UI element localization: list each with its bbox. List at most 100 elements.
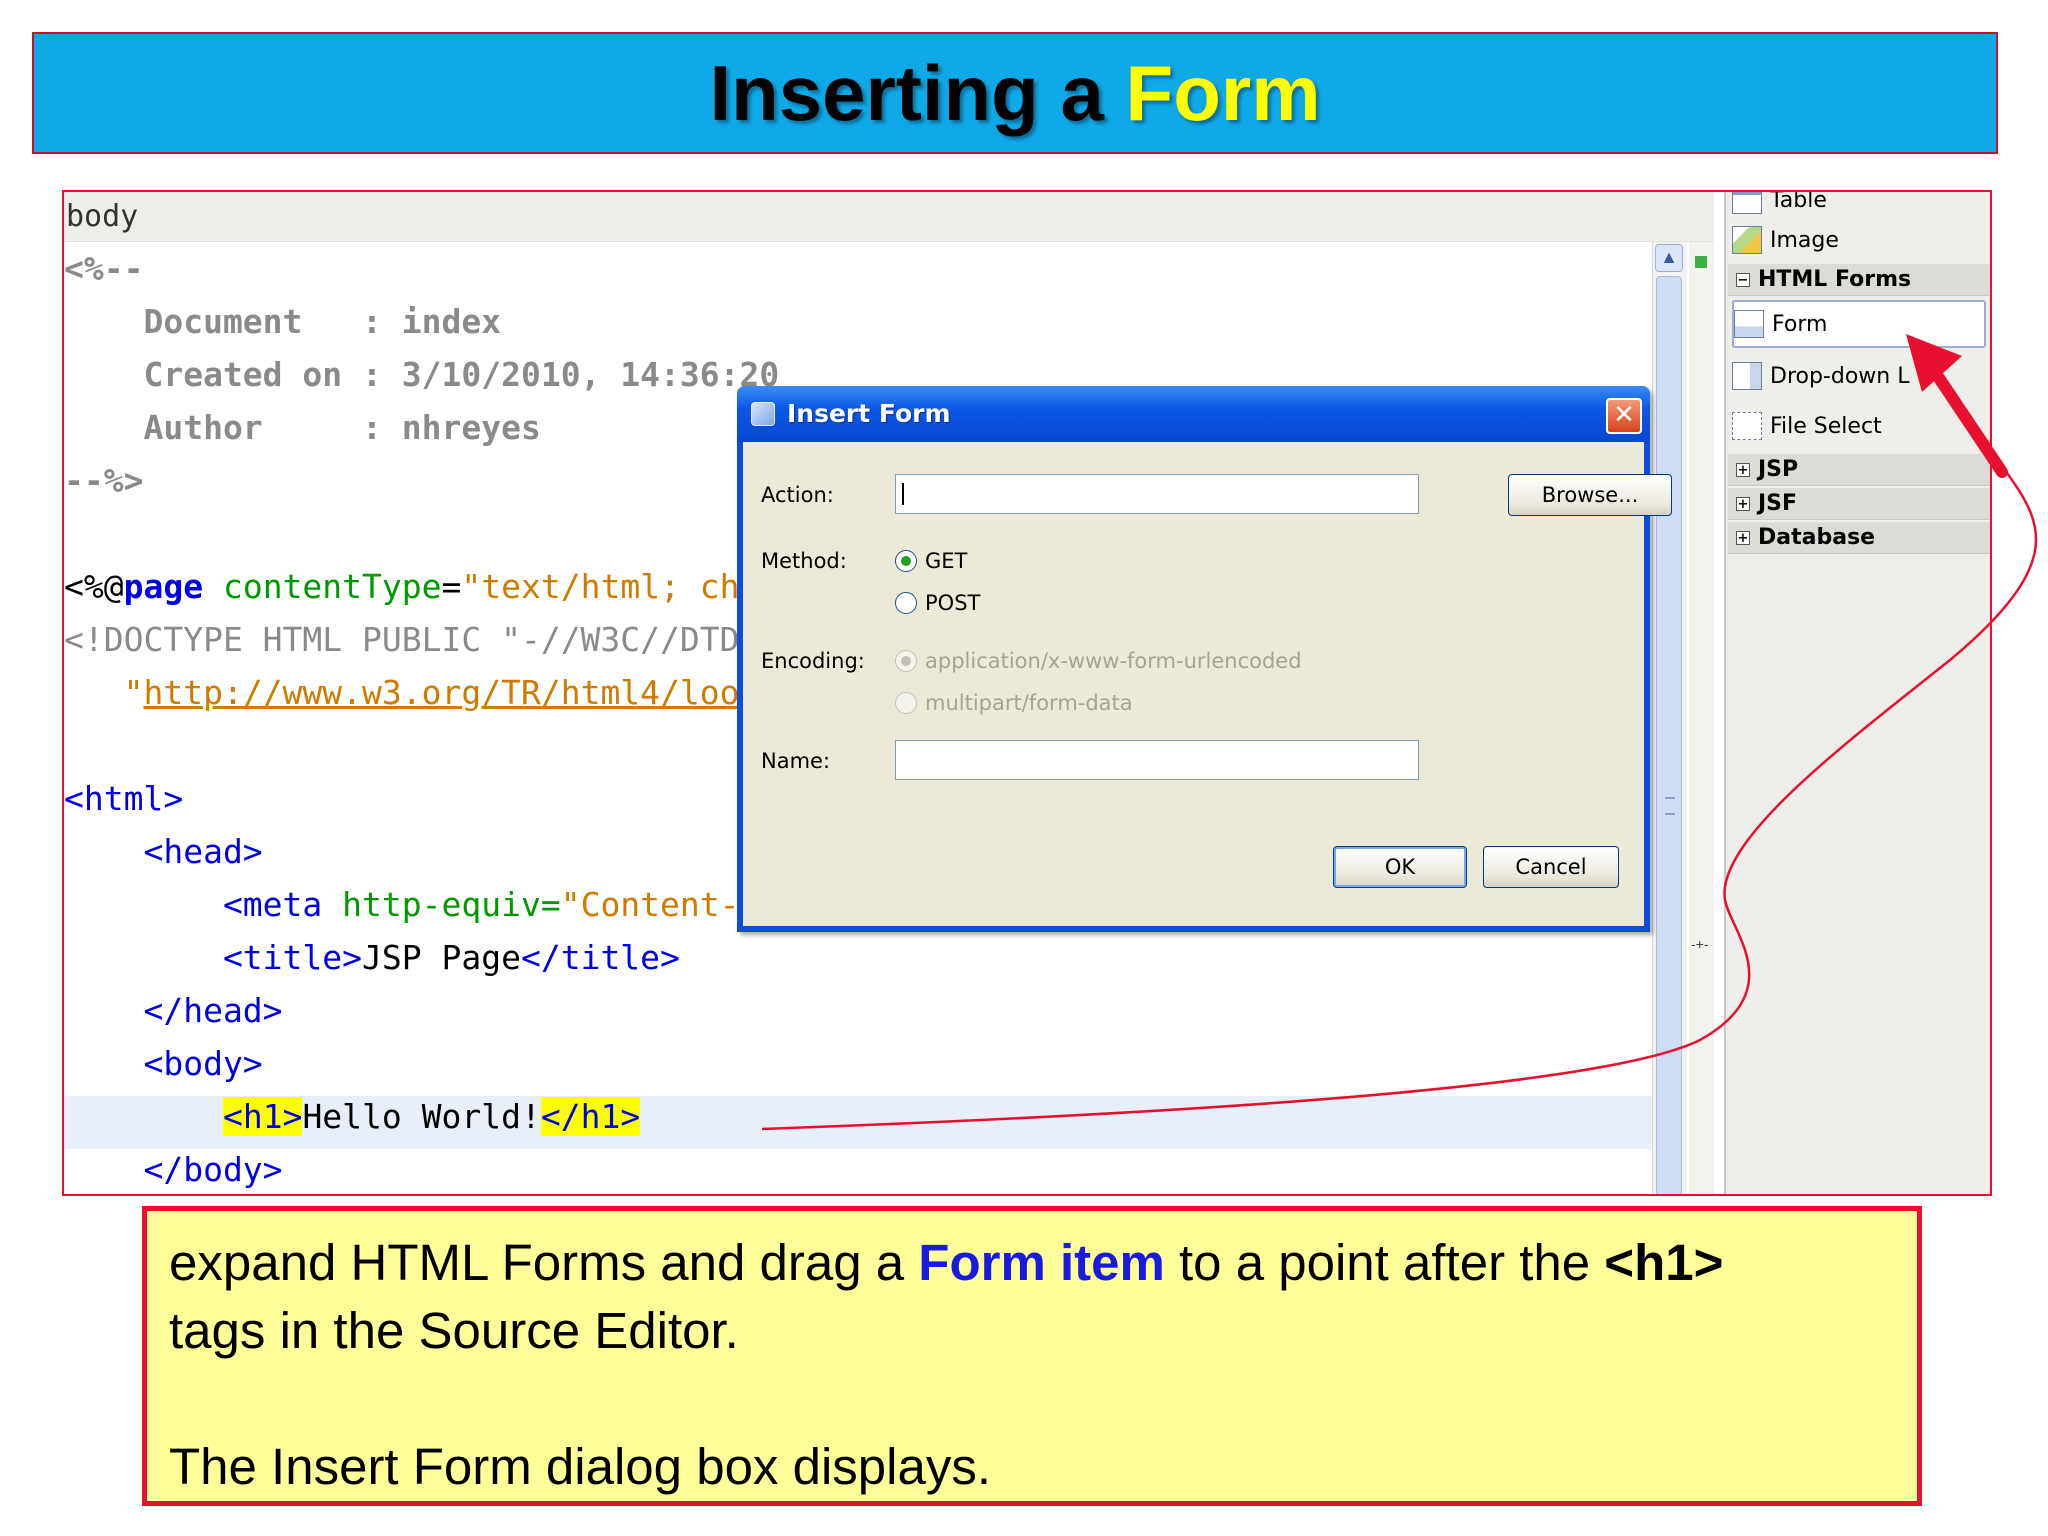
palette-item-label: File Select xyxy=(1770,413,1882,439)
code-line: <html> xyxy=(64,779,184,818)
cancel-button[interactable]: Cancel xyxy=(1483,846,1619,888)
radio-disabled-selected-icon xyxy=(895,650,917,672)
palette-category-jsp[interactable]: + JSP xyxy=(1728,454,1990,486)
radio-label: multipart/form-data xyxy=(925,691,1133,715)
code-line-h1: <h1>Hello World!</h1> xyxy=(64,1090,641,1143)
component-palette: Table Image − HTML Forms Form Drop-down … xyxy=(1724,190,1990,1194)
encoding-urlencoded-radio: application/x-www-form-urlencoded xyxy=(895,646,1302,676)
palette-category-database[interactable]: + Database xyxy=(1728,522,1990,554)
title-tag-text: JSP Page xyxy=(362,938,521,977)
scroll-up-button[interactable]: ▲ xyxy=(1655,244,1683,272)
page-attribute: contentType xyxy=(203,567,442,606)
code-line: <body> xyxy=(64,1044,263,1083)
editor-error-stripe[interactable]: -+- xyxy=(1689,242,1714,1194)
caption-text: expand HTML Forms and drag a xyxy=(169,1234,919,1291)
page-equals: = xyxy=(441,567,462,606)
file-select-icon xyxy=(1732,412,1762,440)
dialog-title: Insert Form xyxy=(787,399,951,428)
h1-text: Hello World! xyxy=(302,1097,541,1136)
caption-tag: <h1> xyxy=(1604,1234,1724,1291)
method-post-radio[interactable]: POST xyxy=(895,588,980,618)
code-line: --%> xyxy=(64,461,144,500)
code-line: <title>JSP Page</title> xyxy=(64,931,680,984)
instruction-caption: expand HTML Forms and drag a Form item t… xyxy=(142,1206,1922,1506)
radio-label: application/x-www-form-urlencoded xyxy=(925,649,1302,673)
category-label: HTML Forms xyxy=(1758,267,1912,292)
split-handle-icon[interactable]: -+- xyxy=(1691,937,1711,951)
expand-icon[interactable]: + xyxy=(1736,496,1750,511)
title-highlight: Form xyxy=(1125,48,1321,137)
radio-selected-icon xyxy=(895,550,917,572)
title-prefix: Inserting a xyxy=(709,48,1126,137)
close-button[interactable]: ✕ xyxy=(1606,398,1642,434)
table-icon xyxy=(1732,192,1762,214)
encoding-label: Encoding: xyxy=(761,649,865,673)
page-keyword: page xyxy=(123,567,204,606)
doctype-url-quote: " xyxy=(64,673,144,712)
caption-line-2: tags in the Source Editor. xyxy=(169,1302,739,1359)
editor-vertical-scrollbar[interactable]: ▲ xyxy=(1652,242,1687,1194)
name-input[interactable] xyxy=(895,740,1419,780)
caption-text: to a point after the xyxy=(1164,1234,1605,1291)
palette-item-dropdown-list[interactable]: Drop-down List xyxy=(1732,356,1986,396)
dropdown-icon xyxy=(1732,362,1762,390)
code-line: <%-- xyxy=(64,249,144,288)
radio-label: POST xyxy=(925,591,981,615)
scroll-thumb[interactable] xyxy=(1656,276,1682,1194)
image-icon xyxy=(1732,226,1762,254)
caption-line-1: expand HTML Forms and drag a Form item t… xyxy=(169,1229,1897,1297)
palette-item-label: Form xyxy=(1772,311,1828,337)
method-get-radio[interactable]: GET xyxy=(895,546,967,576)
collapse-icon[interactable]: − xyxy=(1736,272,1750,287)
palette-item-file-select[interactable]: File Select xyxy=(1732,406,1986,446)
name-label: Name: xyxy=(761,749,831,773)
palette-item-image[interactable]: Image xyxy=(1732,220,1986,260)
dialog-app-icon xyxy=(751,402,775,426)
dialog-body: Action: Browse... Method: GET POST Encod… xyxy=(743,442,1672,926)
palette-item-form[interactable]: Form xyxy=(1732,300,1986,348)
form-icon xyxy=(1734,310,1764,338)
palette-category-html-forms[interactable]: − HTML Forms xyxy=(1728,264,1990,296)
meta-attribute: http-equiv= xyxy=(322,885,561,924)
palette-item-label: Drop-down List xyxy=(1770,363,1910,389)
radio-label: GET xyxy=(925,549,968,573)
meta-tag: <meta xyxy=(64,885,323,924)
action-input[interactable] xyxy=(895,474,1419,514)
palette-item-table[interactable]: Table xyxy=(1732,190,1986,220)
method-label: Method: xyxy=(761,549,847,573)
browse-button[interactable]: Browse... xyxy=(1508,474,1672,516)
status-ok-icon xyxy=(1695,256,1707,268)
expand-icon[interactable]: + xyxy=(1736,462,1750,477)
h1-close-tag: </h1> xyxy=(540,1097,641,1136)
title-tag-open: <title> xyxy=(64,938,363,977)
code-line: <meta http-equiv="Content-Type" xyxy=(64,878,839,931)
text-caret xyxy=(902,483,904,505)
code-line: Created on : 3/10/2010, 14:36:20 xyxy=(64,355,780,394)
radio-disabled-icon xyxy=(895,692,917,714)
h1-open-tag: <h1> xyxy=(222,1097,303,1136)
ok-button[interactable]: OK xyxy=(1333,846,1467,888)
palette-category-jsf[interactable]: + JSF xyxy=(1728,488,1990,520)
expand-icon[interactable]: + xyxy=(1736,530,1750,545)
action-label: Action: xyxy=(761,483,834,507)
page-directive-open: <%@ xyxy=(64,567,124,606)
insert-form-dialog: Insert Form ✕ Action: Browse... Method: … xyxy=(737,386,1672,932)
h1-indent xyxy=(64,1097,223,1136)
category-label: JSF xyxy=(1758,491,1798,516)
code-line: </body> xyxy=(64,1150,283,1189)
palette-item-label: Table xyxy=(1770,190,1827,213)
editor-breadcrumb[interactable]: body xyxy=(64,192,1714,242)
code-line: Document : index xyxy=(64,302,502,341)
title-tag-close: </title> xyxy=(520,938,680,977)
radio-icon xyxy=(895,592,917,614)
dialog-titlebar[interactable]: Insert Form ✕ xyxy=(737,386,1650,442)
palette-item-label: Image xyxy=(1770,227,1839,253)
title-banner: Inserting a Form xyxy=(32,32,1998,154)
slide-title: Inserting a Form xyxy=(709,48,1320,139)
caption-emphasis: Form item xyxy=(918,1234,1165,1291)
ide-screenshot: body <%-- Document : index Created on : … xyxy=(62,190,1992,1196)
category-label: Database xyxy=(1758,525,1876,550)
code-line: Author : nhreyes xyxy=(64,408,541,447)
grip-icon xyxy=(1665,797,1675,815)
category-label: JSP xyxy=(1758,457,1799,482)
